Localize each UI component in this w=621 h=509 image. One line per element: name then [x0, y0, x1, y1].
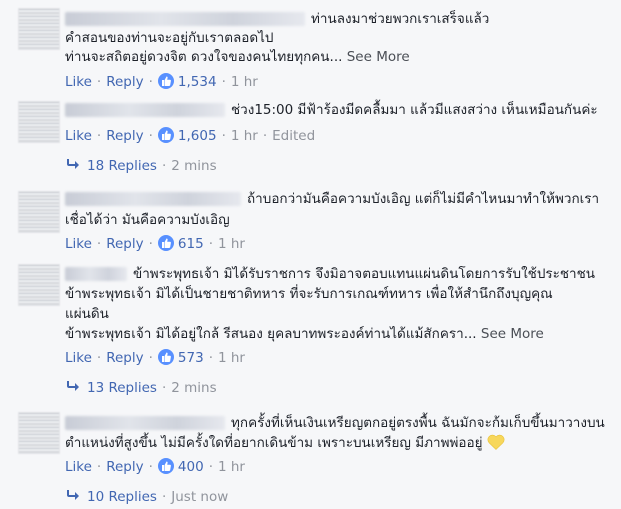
author-name[interactable] — [65, 267, 127, 281]
author-name[interactable] — [65, 103, 225, 117]
like-icon — [157, 73, 174, 89]
view-replies-link[interactable]: 10 Replies — [87, 489, 157, 505]
replies-row[interactable]: 10 Replies · Just now — [65, 488, 228, 506]
comment-line: ทุกครั้งที่เห็นเงินเหรียญตกอยู่ตรงพื้น ฉ… — [231, 415, 605, 431]
separator: · — [161, 158, 167, 174]
separator: · — [96, 350, 102, 366]
comment-line: ข้าพระพุทธเจ้า มิได้รับราชการ จึงมิอาจตอ… — [133, 266, 596, 282]
author-name[interactable] — [65, 416, 225, 430]
separator: · — [208, 350, 213, 366]
comment-line: ข้าพระพุทธเจ้า มิได้เป็นชายชาติทหาร ที่จ… — [65, 286, 553, 302]
timestamp[interactable]: 1 hr — [218, 459, 245, 475]
reply-arrow-icon — [65, 379, 87, 397]
comment-actions: Like · Reply · 573 · 1 hr — [65, 349, 245, 367]
like-count[interactable]: 1,534 — [178, 74, 217, 90]
avatar[interactable] — [18, 191, 60, 233]
timestamp[interactable]: 1 hr — [231, 74, 258, 90]
timestamp[interactable]: 1 hr — [231, 128, 258, 144]
separator: · — [148, 128, 153, 144]
comment-text: ข้าพระพุทธเจ้า มิได้รับราชการ จึงมิอาจตอ… — [65, 264, 595, 284]
reply-timestamp: 2 mins — [171, 158, 217, 174]
comment-text: ทุกครั้งที่เห็นเงินเหรียญตกอยู่ตรงพื้น ฉ… — [65, 413, 605, 433]
comment-text: ท่านลงมาช่วยพวกเราเสร็จแล้ว — [65, 9, 489, 29]
edited-label[interactable]: Edited — [272, 128, 315, 144]
avatar[interactable] — [18, 264, 60, 306]
reply-timestamp: 2 mins — [171, 380, 217, 396]
like-count[interactable]: 615 — [178, 236, 204, 252]
reply-button[interactable]: Reply — [106, 74, 143, 90]
comment-line: แผ่นดิน — [65, 306, 109, 322]
comment-actions: Like · Reply · 1,605 · 1 hr · Edited — [65, 127, 315, 145]
comment-actions: Like · Reply · 400 · 1 hr — [65, 458, 245, 476]
comment-line: เชื่อได้ว่า มันคือความบังเอิญ — [65, 212, 230, 228]
separator: · — [148, 236, 153, 252]
view-replies-link[interactable]: 13 Replies — [87, 380, 157, 396]
separator: · — [96, 128, 102, 144]
replies-row[interactable]: 18 Replies · 2 mins — [65, 157, 217, 175]
comment-text: ท่านจะสถิตอยู่ดวงจิต ดวงใจของคนไทยทุกคน.… — [65, 47, 410, 67]
comment-text: ช่วง15:00 มีฟ้าร้องมีดคลื้มมา แล้วมีแสงส… — [65, 100, 598, 120]
comment-actions: Like · Reply · 1,534 · 1 hr — [65, 73, 258, 91]
comment-line: ถ้าบอกว่ามันคือความบังเอิญ แต่ก็ไม่มีคำไ… — [247, 191, 600, 207]
timestamp[interactable]: 1 hr — [218, 350, 245, 366]
like-count[interactable]: 400 — [178, 459, 204, 475]
separator: · — [96, 236, 102, 252]
comment-text: ถ้าบอกว่ามันคือความบังเอิญ แต่ก็ไม่มีคำไ… — [65, 189, 599, 209]
separator: · — [148, 350, 153, 366]
like-icon — [157, 235, 174, 251]
like-count[interactable]: 573 — [178, 350, 204, 366]
separator: · — [96, 74, 102, 90]
separator: · — [96, 459, 102, 475]
avatar[interactable] — [18, 8, 60, 50]
view-replies-link[interactable]: 18 Replies — [87, 158, 157, 174]
separator: · — [208, 236, 213, 252]
like-button[interactable]: Like — [65, 74, 92, 90]
separator: · — [148, 459, 153, 475]
like-button[interactable]: Like — [65, 350, 92, 366]
reply-button[interactable]: Reply — [106, 236, 143, 252]
like-button[interactable]: Like — [65, 128, 92, 144]
comment-text: ข้าพระพุทธเจ้า มิได้อยู่ใกล้ รีสนอง ยุคล… — [65, 324, 544, 344]
comment-actions: Like · Reply · 615 · 1 hr — [65, 235, 245, 253]
comment-line: ท่านจะสถิตอยู่ดวงจิต ดวงใจของคนไทยทุกคน.… — [65, 49, 343, 65]
separator: · — [208, 459, 213, 475]
see-more-link[interactable]: See More — [347, 49, 410, 65]
separator: · — [262, 128, 268, 144]
reply-button[interactable]: Reply — [106, 350, 143, 366]
like-button[interactable]: Like — [65, 236, 92, 252]
replies-row[interactable]: 13 Replies · 2 mins — [65, 379, 217, 397]
separator: · — [148, 74, 153, 90]
like-count[interactable]: 1,605 — [178, 128, 217, 144]
separator: · — [161, 380, 167, 396]
timestamp[interactable]: 1 hr — [218, 236, 245, 252]
reply-timestamp: Just now — [171, 489, 229, 505]
like-icon — [157, 127, 174, 143]
comment-line: คำสอนของท่านจะอยู่กับเราตลอดไป — [65, 30, 274, 46]
separator: · — [221, 74, 226, 90]
reply-button[interactable]: Reply — [106, 459, 143, 475]
reply-arrow-icon — [65, 157, 87, 175]
comment-text: ตำแหน่งที่สูงขึ้น ไม่มีครั้งใดที่อยากเดิ… — [65, 433, 505, 453]
comment-line: ท่านลงมาช่วยพวกเราเสร็จแล้ว — [311, 11, 490, 27]
yellow-heart-icon — [487, 434, 505, 450]
author-name[interactable] — [65, 12, 305, 26]
comment-line: ช่วง15:00 มีฟ้าร้องมีดคลื้มมา แล้วมีแสงส… — [231, 102, 598, 118]
separator: · — [221, 128, 226, 144]
avatar[interactable] — [18, 412, 60, 454]
separator: · — [161, 489, 167, 505]
like-button[interactable]: Like — [65, 459, 92, 475]
author-name[interactable] — [65, 192, 241, 206]
reply-button[interactable]: Reply — [106, 128, 143, 144]
comment-line: ตำแหน่งที่สูงขึ้น ไม่มีครั้งใดที่อยากเดิ… — [65, 435, 483, 451]
reply-arrow-icon — [65, 488, 87, 506]
like-icon — [157, 458, 174, 474]
comment-line: ข้าพระพุทธเจ้า มิได้อยู่ใกล้ รีสนอง ยุคล… — [65, 326, 477, 342]
avatar[interactable] — [18, 101, 60, 143]
see-more-link[interactable]: See More — [481, 326, 544, 342]
like-icon — [157, 349, 174, 365]
